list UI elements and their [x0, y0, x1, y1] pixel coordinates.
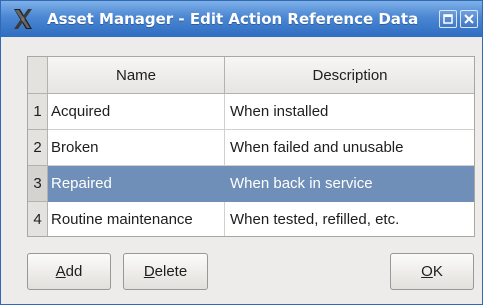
maximize-icon	[443, 14, 453, 24]
delete-button[interactable]: Delete	[123, 253, 208, 290]
cell-description[interactable]: When failed and unusable	[225, 130, 474, 166]
table-row[interactable]: 4 Routine maintenance When tested, refil…	[28, 202, 474, 236]
table-row[interactable]: 1 Acquired When installed	[28, 94, 474, 130]
maximize-button[interactable]	[439, 10, 457, 28]
column-header-name[interactable]: Name	[48, 57, 225, 94]
ok-mnemonic: O	[421, 263, 433, 280]
delete-label: elete	[154, 263, 188, 280]
cell-name[interactable]: Repaired	[48, 166, 225, 202]
x-logo-icon[interactable]	[11, 7, 35, 31]
cell-description[interactable]: When tested, refilled, etc.	[225, 202, 474, 236]
cell-description[interactable]: When back in service	[225, 166, 474, 202]
row-number[interactable]: 2	[28, 130, 48, 166]
close-icon	[464, 14, 474, 24]
title-bar[interactable]: Asset Manager - Edit Action Reference Da…	[1, 1, 482, 37]
close-button[interactable]	[460, 10, 478, 28]
ok-button[interactable]: OK	[390, 253, 474, 290]
add-mnemonic: A	[55, 263, 66, 280]
cell-name[interactable]: Broken	[48, 130, 225, 166]
delete-mnemonic: D	[143, 263, 155, 280]
row-number[interactable]: 4	[28, 202, 48, 236]
add-label: dd	[65, 263, 83, 280]
row-number[interactable]: 3	[28, 166, 48, 202]
ok-label: K	[432, 263, 443, 280]
reference-data-table[interactable]: Name Description 1 Acquired When install…	[27, 56, 475, 237]
table-corner-button[interactable]	[28, 57, 48, 94]
table-row[interactable]: 2 Broken When failed and unusable	[28, 130, 474, 166]
cell-description[interactable]: When installed	[225, 94, 474, 130]
window-title: Asset Manager - Edit Action Reference Da…	[47, 10, 419, 28]
table-row-selected[interactable]: 3 Repaired When back in service	[28, 166, 474, 202]
cell-name[interactable]: Acquired	[48, 94, 225, 130]
dialog-window: Asset Manager - Edit Action Reference Da…	[0, 0, 483, 305]
cell-name[interactable]: Routine maintenance	[48, 202, 225, 236]
column-header-description[interactable]: Description	[225, 57, 474, 94]
row-number[interactable]: 1	[28, 94, 48, 130]
add-button[interactable]: Add	[27, 253, 111, 290]
